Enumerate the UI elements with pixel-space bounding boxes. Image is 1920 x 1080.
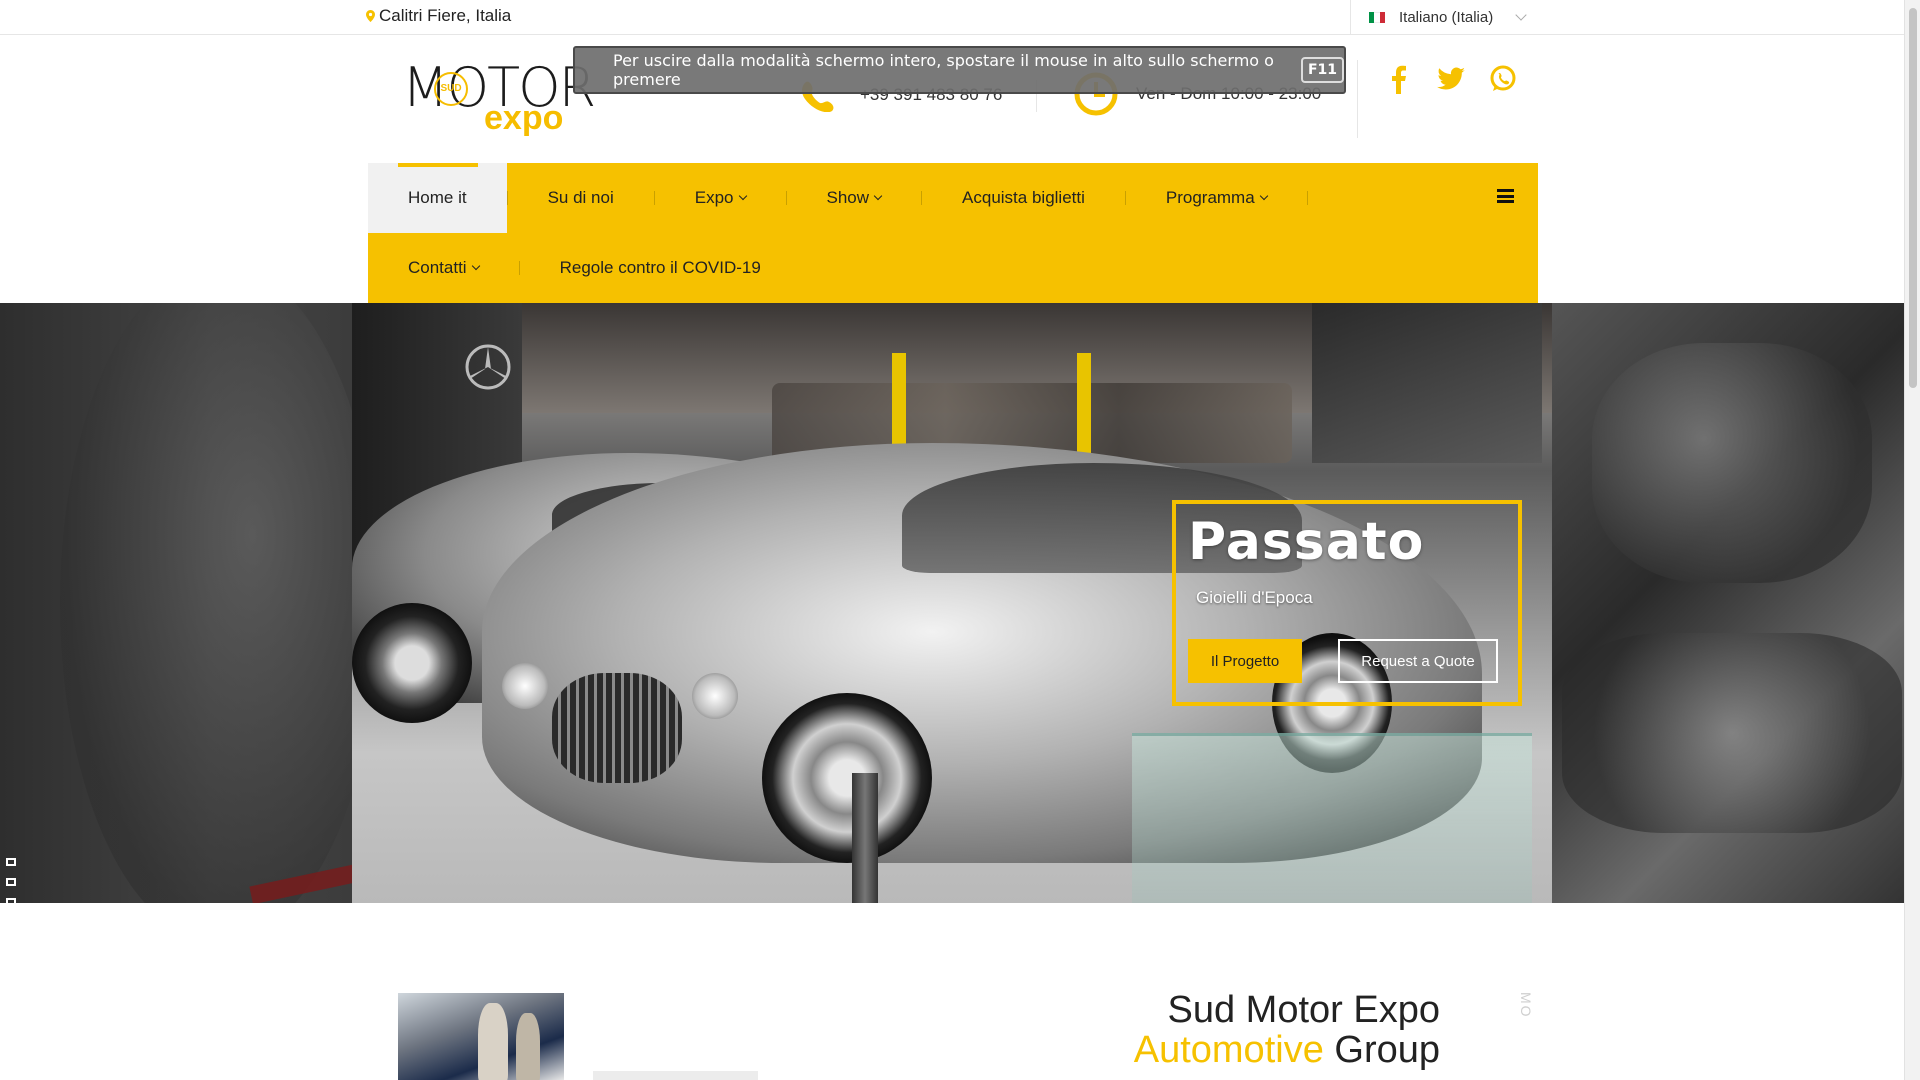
language-selector[interactable]: Italiano (Italia) (1350, 0, 1549, 34)
f11-key: F11 (1300, 57, 1344, 83)
chevron-down-icon (1259, 191, 1268, 201)
fullscreen-notice: Per uscire dalla modalità schermo intero… (573, 46, 1346, 94)
chevron-down-icon (1515, 9, 1527, 21)
location-text: Calitri Fiere, Italia (379, 6, 512, 25)
section-title-line2: Automotive Group (1060, 1030, 1440, 1070)
hero-caption: Passato Gioielli d'Epoca Il Progetto Req… (1172, 500, 1522, 706)
nav-item-expo[interactable]: Expo (655, 163, 786, 233)
section-title-line1: Sud Motor Expo (1167, 989, 1440, 1031)
nav-row-1: Home it Su di noi Expo Show Acquista big… (368, 163, 1308, 233)
hero-subtitle: Gioielli d'Epoca (1196, 588, 1313, 607)
location: Calitri Fiere, Italia (366, 6, 511, 26)
section-title-accent: Automotive (1133, 1029, 1324, 1071)
slider-dot[interactable] (6, 858, 16, 866)
main-navigation: Home it Su di noi Expo Show Acquista big… (368, 163, 1538, 303)
logo-expo: expo (484, 99, 564, 137)
nav-item-covid[interactable]: Regole contro il COVID-19 (520, 233, 801, 303)
twitter-icon[interactable] (1436, 64, 1466, 94)
nav-item-programma[interactable]: Programma (1126, 163, 1307, 233)
nav-separator (1306, 191, 1308, 205)
nav-item-tickets[interactable]: Acquista biglietti (922, 163, 1125, 233)
social-links (1384, 64, 1518, 94)
italy-flag-icon (1369, 11, 1385, 23)
slider-dot[interactable] (6, 898, 16, 903)
nav-item-about[interactable]: Su di noi (508, 163, 654, 233)
nav-label: Su di noi (547, 188, 614, 207)
nav-label: Show (826, 188, 870, 207)
section-title-rest: Group (1323, 1029, 1440, 1071)
vertical-label-text: SU SUD MO (1518, 992, 1536, 1057)
nav-label: Expo (694, 188, 734, 207)
nav-item-home[interactable]: Home it (368, 163, 507, 233)
about-thumbnail-image (398, 993, 564, 1080)
header-divider (1357, 60, 1358, 138)
logo-sud: SUD (434, 72, 468, 106)
nav-item-show[interactable]: Show (787, 163, 922, 233)
mercedes-logo (465, 344, 511, 390)
site-logo[interactable]: MOTOR SUD expo (402, 60, 596, 137)
nav-row-2: Contatti Regole contro il COVID-19 (368, 233, 801, 303)
project-button[interactable]: Il Progetto (1188, 639, 1302, 683)
scrollbar-thumb[interactable] (1909, 8, 1917, 388)
hero-side-right (1552, 303, 1904, 903)
nav-label: Regole contro il COVID-19 (559, 258, 761, 277)
menu-icon[interactable] (1497, 189, 1514, 203)
nav-item-contatti[interactable]: Contatti (368, 233, 519, 303)
vertical-label: SU SUD MO (1518, 992, 1536, 1080)
page-scrollbar[interactable] (1904, 0, 1920, 1080)
nav-label: Home it (408, 188, 467, 207)
top-bar: Calitri Fiere, Italia Italiano (Italia) (0, 0, 1904, 35)
chevron-down-icon (738, 191, 747, 201)
chevron-down-icon (471, 261, 480, 271)
hero-side-left (0, 303, 380, 903)
nav-label: Contatti (408, 258, 467, 277)
section-heading: Sud Motor Expo Automotive Group (1060, 990, 1440, 1070)
chevron-down-icon (873, 191, 883, 201)
slider-dot[interactable] (6, 878, 16, 886)
map-pin-icon (366, 10, 375, 22)
request-quote-button[interactable]: Request a Quote (1338, 639, 1498, 683)
nav-label: Programma (1165, 188, 1255, 207)
fullscreen-notice-text: Per uscire dalla modalità schermo intero… (613, 51, 1274, 89)
whatsapp-icon[interactable] (1488, 64, 1518, 94)
hero-slider (0, 303, 1904, 903)
nav-label: Acquista biglietti (962, 188, 1085, 207)
hero-title: Passato (1188, 512, 1425, 572)
slider-pagination (6, 858, 16, 903)
facebook-icon[interactable] (1384, 64, 1414, 94)
language-label: Italiano (Italia) (1399, 8, 1494, 26)
decorative-bar (593, 1071, 758, 1080)
